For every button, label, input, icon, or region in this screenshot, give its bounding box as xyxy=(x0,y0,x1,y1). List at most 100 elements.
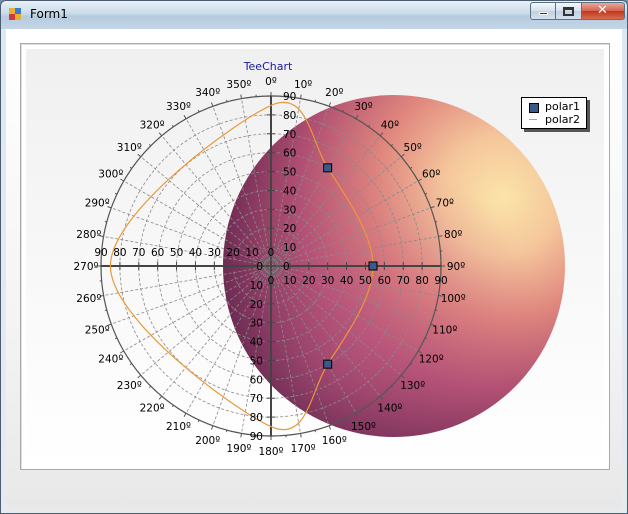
outer-tick xyxy=(211,425,214,430)
outer-tick xyxy=(435,221,438,223)
legend-item-polar2: polar2 xyxy=(526,113,586,127)
legend-label: polar2 xyxy=(545,113,581,126)
outer-tick xyxy=(240,433,242,438)
radius-tick-label: 0 xyxy=(268,247,275,259)
angle-label: 110º xyxy=(432,324,457,336)
radius-tick-label: 0 xyxy=(256,261,263,273)
angle-label: 20º xyxy=(325,87,343,99)
radius-tick-label: 60 xyxy=(151,247,164,259)
outer-tick xyxy=(149,144,152,147)
radius-tick-label: 0 xyxy=(268,275,275,287)
radius-tick-label: 10 xyxy=(283,275,296,287)
angle-label: 130º xyxy=(400,380,425,392)
angle-label: 340º xyxy=(195,87,220,99)
angle-label: 300º xyxy=(98,169,123,181)
angle-label: 230º xyxy=(117,380,142,392)
radius-tick-label: 30 xyxy=(283,204,296,216)
radius-tick-label: 50 xyxy=(359,275,372,287)
outer-tick xyxy=(438,235,443,237)
angle-label: 320º xyxy=(140,119,165,131)
radius-tick-label: 20 xyxy=(302,275,315,287)
angle-label: 240º xyxy=(98,354,123,366)
outer-tick xyxy=(158,395,163,400)
radius-tick-label: 20 xyxy=(250,299,263,311)
app-window: Form1 ✕ 0º 10º 20º 30º 40º 50º 60º 70º 8… xyxy=(0,0,628,514)
radius-tick-label: 90 xyxy=(283,91,296,103)
angle-label: 330º xyxy=(166,101,191,113)
outer-tick xyxy=(183,412,187,417)
chart-title: TeeChart xyxy=(243,60,293,73)
radius-tick-label: 40 xyxy=(189,247,202,259)
chart-legend[interactable]: polar1 polar2 xyxy=(521,97,587,129)
angle-label: 170º xyxy=(291,443,316,455)
angle-label: 270º xyxy=(74,261,99,273)
radius-tick-label: 20 xyxy=(227,247,240,259)
radius-tick-label: 0 xyxy=(283,261,290,273)
outer-tick xyxy=(137,374,142,379)
angle-label: 0º xyxy=(265,76,277,88)
radius-tick-label: 10 xyxy=(250,280,263,292)
radius-tick-label: 80 xyxy=(283,110,296,122)
angle-label: 100º xyxy=(441,293,466,305)
outer-tick xyxy=(158,132,163,137)
angle-label: 260º xyxy=(76,293,101,305)
outer-tick xyxy=(183,115,187,120)
angle-label: 90º xyxy=(447,261,465,273)
square-marker-icon xyxy=(529,103,539,113)
angle-label: 80º xyxy=(444,229,462,241)
legend-item-polar1: polar1 xyxy=(526,100,586,114)
outer-tick xyxy=(137,153,142,158)
radius-tick-label: 70 xyxy=(132,247,145,259)
angle-label: 180º xyxy=(259,446,284,458)
angle-label: 30º xyxy=(354,101,372,113)
outer-tick xyxy=(149,385,152,388)
outer-tick xyxy=(211,102,214,107)
radius-tick-label: 70 xyxy=(397,275,410,287)
radius-tick-label: 90 xyxy=(250,431,263,443)
outer-tick xyxy=(171,124,174,128)
angle-label: 250º xyxy=(85,324,110,336)
radius-tick-label: 40 xyxy=(283,185,296,197)
outer-tick xyxy=(171,404,174,408)
radius-tick-label: 80 xyxy=(250,412,263,424)
outer-tick xyxy=(226,430,228,433)
angle-label: 310º xyxy=(117,142,142,154)
polar1-marker[interactable] xyxy=(368,261,378,271)
angle-label: 200º xyxy=(195,435,220,447)
radius-tick-label: 60 xyxy=(378,275,391,287)
angle-label: 40º xyxy=(381,119,399,131)
radius-tick-label: 70 xyxy=(250,393,263,405)
outer-tick xyxy=(328,102,331,107)
radius-tick-label: 80 xyxy=(415,275,428,287)
angle-label: 10º xyxy=(294,79,312,91)
line-marker-icon xyxy=(529,119,537,120)
angle-label: 350º xyxy=(226,79,251,91)
angle-label: 60º xyxy=(422,169,440,181)
radius-tick-label: 80 xyxy=(113,247,126,259)
polar1-marker[interactable] xyxy=(323,359,333,369)
angle-label: 220º xyxy=(140,403,165,415)
outer-tick xyxy=(129,166,133,169)
outer-tick xyxy=(129,363,133,366)
outer-tick xyxy=(104,309,107,311)
polar1-marker[interactable] xyxy=(323,163,333,173)
angle-label: 50º xyxy=(404,142,422,154)
outer-tick xyxy=(314,430,316,433)
outer-tick xyxy=(435,309,438,311)
radius-tick-label: 40 xyxy=(340,275,353,287)
radius-tick-label: 70 xyxy=(283,129,296,141)
radius-tick-label: 90 xyxy=(94,247,107,259)
outer-tick xyxy=(314,99,316,102)
radius-tick-label: 50 xyxy=(170,247,183,259)
radius-tick-label: 30 xyxy=(250,318,263,330)
outer-tick xyxy=(104,221,107,223)
angle-label: 210º xyxy=(166,421,191,433)
radius-tick-label: 20 xyxy=(283,223,296,235)
outer-tick xyxy=(300,94,302,99)
legend-label: polar1 xyxy=(545,100,581,113)
outer-tick xyxy=(240,94,242,99)
radius-tick-label: 60 xyxy=(250,374,263,386)
angle-label: 120º xyxy=(419,354,444,366)
outer-tick xyxy=(226,99,228,102)
polar-chart[interactable]: 0º 10º 20º 30º 40º 50º 60º 70º 80º 90º 100º 110º 120… xyxy=(1,1,627,513)
